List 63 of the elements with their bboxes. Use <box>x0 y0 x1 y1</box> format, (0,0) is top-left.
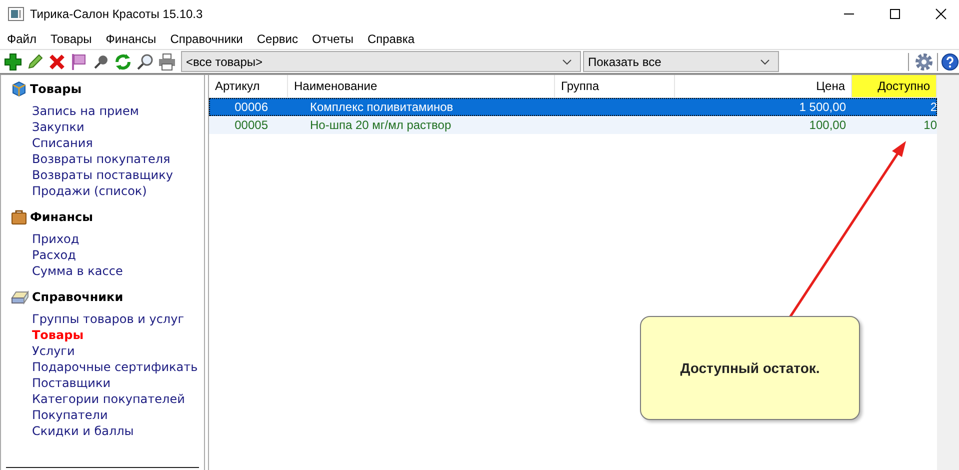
section-heading: Справочники <box>32 290 124 304</box>
refresh-icon[interactable] <box>114 52 132 70</box>
column-header[interactable]: Доступно <box>852 75 937 97</box>
window-title: Тирика-Салон Красоты 15.10.3 <box>30 7 203 21</box>
sidebar-item[interactable]: Товары <box>32 327 84 343</box>
sidebar-item[interactable]: Приход <box>32 231 80 247</box>
section-heading: Финансы <box>30 210 93 224</box>
sidebar-item[interactable]: Продажи (список) <box>32 183 147 199</box>
sidebar-item[interactable]: Закупки <box>32 119 84 135</box>
table-cell-text: Но-шпа 20 мг/мл раствор <box>309 117 452 134</box>
add-icon[interactable] <box>4 52 22 70</box>
column-header[interactable]: Наименование <box>288 75 555 97</box>
books-icon <box>11 289 29 305</box>
menu-item[interactable]: Справочники <box>170 32 243 46</box>
pencil-icon[interactable] <box>26 52 44 70</box>
show-dropdown[interactable]: Показать все <box>583 51 779 72</box>
menu-item[interactable]: Товары <box>50 32 92 46</box>
sidebar-item[interactable]: Услуги <box>32 343 75 359</box>
cube-icon <box>11 81 27 97</box>
settings-icon[interactable] <box>908 52 933 70</box>
sidebar-item[interactable]: Категории покупателей <box>32 391 185 407</box>
delete-icon[interactable] <box>48 52 66 70</box>
column-header[interactable]: Артикул <box>209 75 288 97</box>
table-row[interactable]: 00006 Комплекс поливитаминов 1 500,00 2 <box>209 98 937 116</box>
close-icon[interactable] <box>935 8 947 20</box>
sidebar-item[interactable]: Возвраты покупателя <box>32 151 170 167</box>
menu-item[interactable]: Сервис <box>256 32 298 46</box>
sidebar-item[interactable]: Группы товаров и услуг <box>32 311 184 327</box>
app-icon <box>8 7 24 21</box>
callout-text: Доступный остаток. <box>680 360 820 376</box>
sidebar-item[interactable]: Запись на прием <box>32 103 139 119</box>
sidebar-item[interactable]: Поставщики <box>32 375 111 391</box>
table-cell-text: 10 <box>922 117 937 134</box>
sidebar-item[interactable]: Возвраты поставщику <box>32 167 173 183</box>
table-cell-text: 00005 <box>234 117 269 134</box>
menu-item[interactable]: Справка <box>367 32 415 46</box>
table-row[interactable]: 00005 Но-шпа 20 мг/мл раствор 100,00 10 <box>209 116 937 134</box>
briefcase-icon <box>11 209 27 225</box>
table-cell-text: 00006 <box>234 99 269 116</box>
section-heading: Товары <box>30 82 82 96</box>
flag-icon[interactable] <box>70 52 88 70</box>
sidebar-item[interactable]: Скидки и баллы <box>32 423 134 439</box>
sidebar-item[interactable]: Покупатели <box>32 407 108 423</box>
search-icon[interactable] <box>136 52 154 70</box>
chevron-icon <box>562 58 572 64</box>
maximize-icon[interactable] <box>889 8 901 20</box>
menu-item[interactable]: Файл <box>7 32 37 46</box>
table-cell-text: 100,00 <box>808 117 847 134</box>
menu-item[interactable]: Отчеты <box>312 32 354 46</box>
menu-item[interactable]: Финансы <box>106 32 156 46</box>
sidebar-item[interactable]: Расход <box>32 247 76 263</box>
help-icon[interactable] <box>937 52 959 70</box>
filter-dropdown[interactable]: <все товары> <box>181 51 581 72</box>
printer-icon[interactable] <box>158 52 176 70</box>
sidebar-item[interactable]: Сумма в кассе <box>32 263 123 279</box>
pin-icon[interactable] <box>92 52 110 70</box>
sidebar-item[interactable]: Списания <box>32 135 93 151</box>
table-cell-text: 1 500,00 <box>798 99 847 116</box>
sidebar-item[interactable]: Подарочные сертификать <box>32 359 198 375</box>
column-header[interactable]: Группа <box>555 75 675 97</box>
table-cell-text: Комплекс поливитаминов <box>309 99 454 116</box>
chevron-icon <box>760 58 770 64</box>
table-cell-text: 2 <box>929 99 937 116</box>
